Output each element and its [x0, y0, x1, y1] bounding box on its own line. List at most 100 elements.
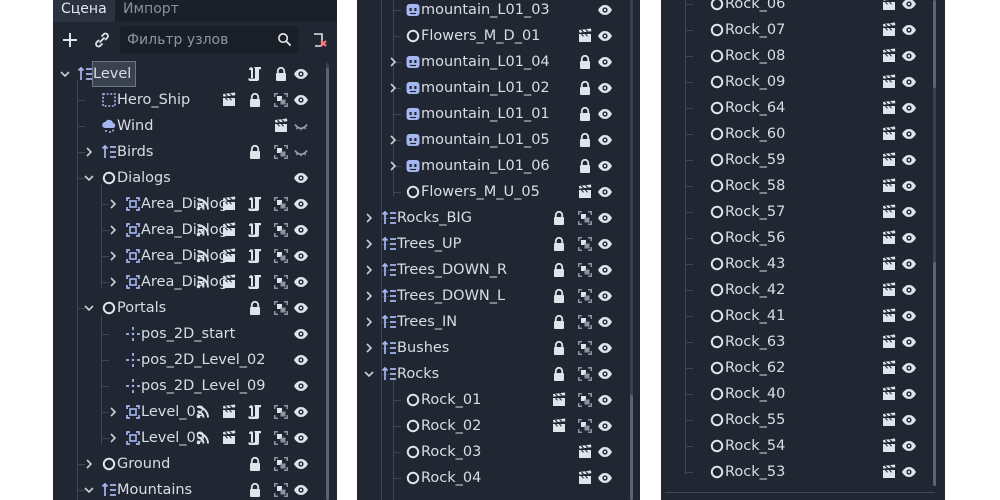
node-name[interactable]: Rock_57 — [725, 200, 789, 224]
scrollbar-thumb[interactable] — [933, 262, 936, 486]
group-icon[interactable] — [273, 456, 289, 472]
eye-icon[interactable] — [901, 48, 917, 64]
group-icon[interactable] — [273, 248, 289, 264]
node-name[interactable]: Area_Dialog — [141, 218, 232, 242]
node-name[interactable]: Rock_08 — [725, 44, 789, 68]
scene-icon[interactable] — [881, 334, 897, 350]
scene-icon[interactable] — [221, 196, 237, 212]
eye-icon[interactable] — [901, 334, 917, 350]
add-node-button[interactable] — [58, 28, 82, 52]
tree-row[interactable]: mountain_L01_04 — [357, 49, 625, 75]
eye-icon[interactable] — [901, 204, 917, 220]
tree-row[interactable]: Hero_Ship — [53, 87, 321, 113]
eye-icon[interactable] — [901, 438, 917, 454]
node-name[interactable]: Rock_03 — [421, 440, 485, 464]
tree-row[interactable]: Rock_60 — [661, 121, 929, 147]
tree-row[interactable]: Portals — [53, 295, 321, 321]
tree-row[interactable]: Wind — [53, 113, 321, 139]
tree-row[interactable]: Level — [53, 61, 321, 87]
tree-row[interactable]: Rocks_BIG — [357, 205, 625, 231]
scene-icon[interactable] — [221, 222, 237, 238]
script-icon[interactable] — [247, 196, 263, 212]
eye-icon[interactable] — [597, 54, 613, 70]
scene-icon[interactable] — [221, 248, 237, 264]
eye-icon[interactable] — [901, 22, 917, 38]
eye-icon[interactable] — [293, 222, 309, 238]
node-name[interactable]: Dialogs — [117, 166, 175, 190]
eye-icon[interactable] — [901, 308, 917, 324]
scene-icon[interactable] — [551, 392, 567, 408]
scrollbar-thumb[interactable] — [630, 395, 633, 500]
eye-icon[interactable] — [293, 404, 309, 420]
expand-arrow-icon[interactable] — [387, 134, 399, 146]
scene-icon[interactable] — [881, 126, 897, 142]
lock-icon[interactable] — [577, 158, 593, 174]
node-name[interactable]: Rock_60 — [725, 122, 789, 146]
tree-row[interactable]: Rocks — [357, 361, 625, 387]
tree-row[interactable]: Rock_59 — [661, 147, 929, 173]
collapse-arrow-icon[interactable] — [59, 68, 71, 80]
lock-icon[interactable] — [247, 482, 263, 498]
tree-row[interactable]: Rock_53 — [661, 459, 929, 485]
tree-row[interactable]: Flowers_M_D_01 — [357, 23, 625, 49]
script-icon[interactable] — [247, 430, 263, 446]
eye-icon[interactable] — [597, 444, 613, 460]
tree-row[interactable]: Trees_DOWN_R — [357, 257, 625, 283]
node-name[interactable]: Rock_42 — [725, 278, 789, 302]
tree-row[interactable]: Bushes — [357, 335, 625, 361]
eye-icon[interactable] — [901, 178, 917, 194]
expand-arrow-icon[interactable] — [107, 250, 119, 262]
eye-icon[interactable] — [597, 418, 613, 434]
expand-arrow-icon[interactable] — [363, 290, 375, 302]
tree-row[interactable]: Rock_56 — [661, 225, 929, 251]
node-name[interactable]: mountain_L01_04 — [421, 50, 554, 74]
node-name[interactable]: Area_Dialog — [141, 244, 232, 268]
signal-icon[interactable] — [195, 274, 211, 290]
node-name[interactable]: Rocks — [397, 362, 443, 386]
lock-icon[interactable] — [551, 340, 567, 356]
expand-arrow-icon[interactable] — [107, 198, 119, 210]
tree-row[interactable]: Level_09 — [53, 425, 321, 451]
group-icon[interactable] — [577, 210, 593, 226]
eye-icon[interactable] — [901, 282, 917, 298]
script-icon[interactable] — [247, 222, 263, 238]
lock-icon[interactable] — [551, 236, 567, 252]
node-name[interactable]: Rock_01 — [421, 388, 485, 412]
lock-icon[interactable] — [577, 54, 593, 70]
node-name[interactable]: Mountains — [117, 478, 196, 500]
expand-arrow-icon[interactable] — [107, 224, 119, 236]
signal-icon[interactable] — [195, 248, 211, 264]
expand-arrow-icon[interactable] — [363, 238, 375, 250]
eye-icon[interactable] — [293, 248, 309, 264]
tree-row[interactable]: Rock_43 — [661, 251, 929, 277]
node-name[interactable]: mountain_L01_06 — [421, 154, 554, 178]
scene-icon[interactable] — [221, 274, 237, 290]
tree-row[interactable]: Rock_55 — [661, 407, 929, 433]
tree-row[interactable]: Rock_04 — [357, 465, 625, 491]
node-name[interactable]: Rock_43 — [725, 252, 789, 276]
tree-row[interactable]: Rock_02 — [357, 413, 625, 439]
node-name[interactable]: Rock_63 — [725, 330, 789, 354]
tree-row[interactable]: pos_2D_Level_02 — [53, 347, 321, 373]
expand-arrow-icon[interactable] — [363, 342, 375, 354]
scene-icon[interactable] — [577, 444, 593, 460]
tree-row[interactable]: Trees_DOWN_L — [357, 283, 625, 309]
node-name[interactable]: Rocks_BIG — [397, 206, 476, 230]
scene-icon[interactable] — [881, 178, 897, 194]
eye-icon[interactable] — [901, 74, 917, 90]
node-name[interactable]: Rock_59 — [725, 148, 789, 172]
group-icon[interactable] — [577, 340, 593, 356]
tree-row[interactable]: Dialogs — [53, 165, 321, 191]
expand-arrow-icon[interactable] — [83, 146, 95, 158]
lock-icon[interactable] — [577, 106, 593, 122]
node-name[interactable]: Hero_Ship — [117, 88, 194, 112]
eye-closed-icon[interactable] — [293, 118, 309, 134]
eye-icon[interactable] — [901, 152, 917, 168]
node-name[interactable]: Trees_DOWN_R — [397, 258, 511, 282]
filter-input[interactable] — [120, 26, 277, 53]
script-icon[interactable] — [247, 66, 263, 82]
node-name[interactable]: Birds — [117, 140, 157, 164]
tree-row[interactable]: Rock_40 — [661, 381, 929, 407]
signal-icon[interactable] — [195, 222, 211, 238]
script-icon[interactable] — [247, 274, 263, 290]
